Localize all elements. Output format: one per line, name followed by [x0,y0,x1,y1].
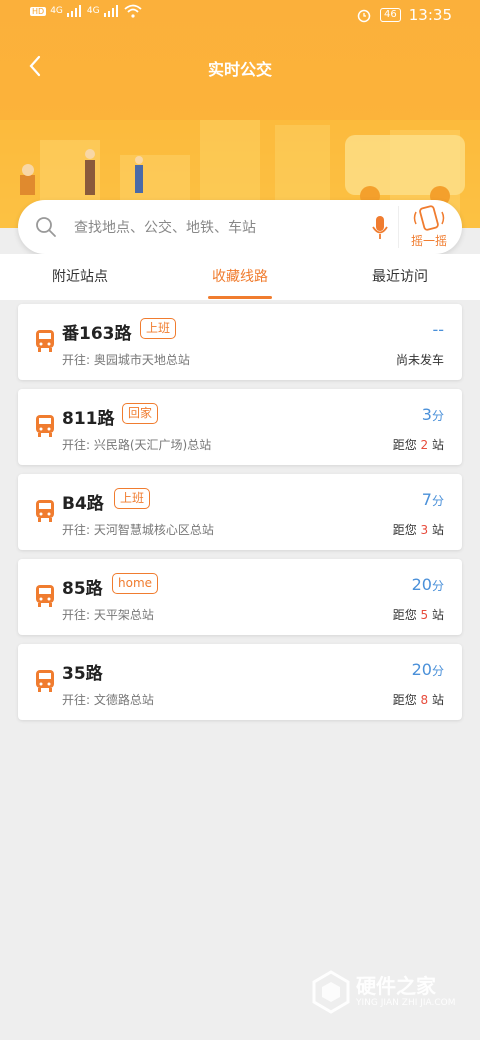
watermark-text: 硬件之家 [356,974,436,998]
signal-icon [103,5,118,17]
bus-icon [36,585,54,607]
tab-nearby-stops[interactable]: 附近站点 [52,266,108,286]
search-icon [36,217,56,237]
title-bar: 实时公交 [0,48,480,84]
eta-value: 20 [411,575,432,594]
active-tab-indicator [208,296,272,299]
eta-value: -- [432,320,444,339]
route-tag: 回家 [122,403,159,424]
eta: 7分 [422,490,444,509]
shake-label: 摇一摇 [410,234,447,248]
route-list: 番163路 上班 开往: 奥园城市天地总站 -- 尚未发车 811路 回家 开往… [18,304,462,729]
route-destination: 开往: 天河智慧城核心区总站 [62,523,214,537]
route-name: 811路 [62,409,115,429]
route-card[interactable]: 35路 开往: 文德路总站 20分 距您 8 站 [18,644,462,720]
microphone-icon[interactable] [370,214,390,242]
stops-suffix: 站 [428,693,444,707]
eta: 20分 [412,660,444,679]
route-destination: 开往: 奥园城市天地总站 [62,353,190,367]
route-name: 35路 [62,664,103,684]
stops-prefix: 距您 [392,523,421,537]
route-tag: home [112,573,159,594]
route-card[interactable]: B4路 上班 开往: 天河智慧城核心区总站 7分 距您 3 站 [18,474,462,550]
stops-away: 距您 8 站 [393,691,444,708]
stops-suffix: 站 [428,438,444,452]
stops-prefix: 距您 [392,608,421,622]
phone-shake-icon [413,205,445,231]
stops-prefix: 距您 [392,693,421,707]
status-left: HD 4G 4G [30,4,142,18]
route-card[interactable]: 85路 home 开往: 天平架总站 20分 距您 5 站 [18,559,462,635]
stops-away: 距您 5 站 [393,606,444,623]
hd-badge: HD [30,6,47,16]
stops-away: 距您 2 站 [393,436,444,453]
eta-value: 7 [421,490,432,509]
status-bar: HD 4G 4G 46 13:35 [0,0,480,34]
bus-icon [36,415,54,437]
tab-recent[interactable]: 最近访问 [372,266,428,286]
tab-bar: 附近站点 收藏线路 最近访问 [0,254,480,300]
header-banner: HD 4G 4G 46 13:35 实时公交 [0,0,480,228]
eta-value: 3 [421,405,432,424]
eta-unit: 分 [431,494,444,508]
search-bar[interactable]: 查找地点、公交、地铁、车站 摇一摇 [18,200,462,254]
watermark-subtext: YING JIAN ZHI JIA.COM [356,998,456,1008]
wifi-icon [124,4,142,18]
tab-favorite-routes[interactable]: 收藏线路 [212,266,268,286]
clock: 13:35 [408,6,452,24]
route-name: 番163路 [62,324,132,344]
route-name: 85路 [62,579,103,599]
route-tag: 上班 [140,318,177,339]
watermark: 硬件之家 YING JIAN ZHI JIA.COM [312,968,472,1018]
route-destination: 开往: 兴民路(天汇广场)总站 [62,438,212,452]
eta: 20分 [412,575,444,594]
bus-icon [36,330,54,352]
eta-value: 20 [411,660,432,679]
signal-icon [66,5,81,17]
divider [398,206,399,248]
search-input[interactable]: 查找地点、公交、地铁、车站 [74,217,256,237]
route-name: B4路 [62,494,104,514]
page-title: 实时公交 [207,60,272,79]
shake-button[interactable]: 摇一摇 [400,204,458,250]
network-label: 4G [50,6,63,16]
route-destination: 开往: 天平架总站 [62,608,154,622]
route-destination: 开往: 文德路总站 [62,693,154,707]
route-card[interactable]: 番163路 上班 开往: 奥园城市天地总站 -- 尚未发车 [18,304,462,380]
eta: 3分 [422,405,444,424]
eta-unit: 分 [431,409,444,423]
watermark-logo-icon [312,970,350,1014]
route-tag: 上班 [114,488,151,509]
bus-icon [36,500,54,522]
battery-icon: 46 [380,8,401,22]
stops-suffix: 站 [428,608,444,622]
alarm-icon [357,9,371,23]
eta-unit: 分 [431,664,444,678]
eta: -- [432,320,444,339]
eta-unit: 分 [431,579,444,593]
status-right: 46 13:35 [356,6,452,24]
stops-away: 距您 3 站 [393,521,444,538]
route-card[interactable]: 811路 回家 开往: 兴民路(天汇广场)总站 3分 距您 2 站 [18,389,462,465]
stops-suffix: 站 [428,523,444,537]
bus-icon [36,670,54,692]
stops-prefix: 距您 [392,438,421,452]
network-label: 4G [86,6,100,16]
route-status: 尚未发车 [395,353,444,367]
